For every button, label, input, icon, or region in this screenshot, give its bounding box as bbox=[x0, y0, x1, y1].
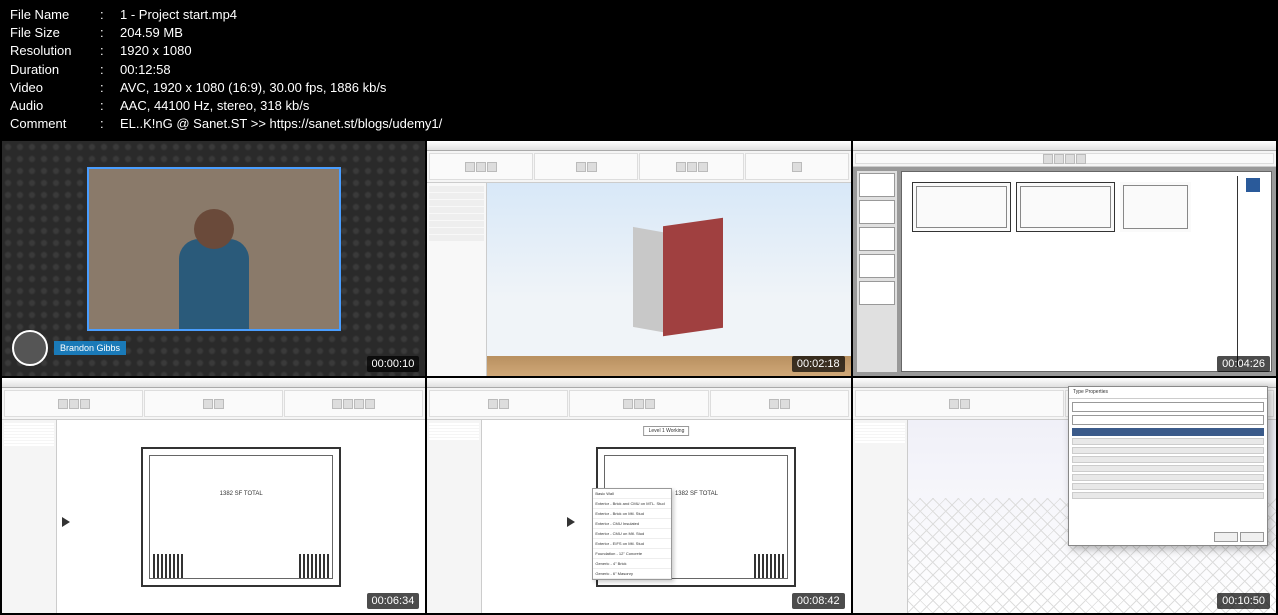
plan-view: 1382 SF TOTAL bbox=[57, 420, 425, 613]
comment-value: EL..K!nG @ Sanet.ST >> https://sanet.st/… bbox=[120, 115, 442, 133]
wall-type-option[interactable]: Foundation - 12" Concrete bbox=[593, 549, 671, 559]
plan-view: Level 1 Working 1382 SF TOTAL Basic Wall… bbox=[482, 420, 850, 613]
video-value: AVC, 1920 x 1080 (16:9), 30.00 fps, 1886… bbox=[120, 79, 386, 97]
parameter-row[interactable] bbox=[1072, 447, 1264, 454]
revit-window bbox=[427, 141, 850, 376]
properties-panel bbox=[853, 420, 908, 613]
wall-type-option[interactable]: Exterior - EIFS on Mtl. Stud bbox=[593, 539, 671, 549]
family-combo[interactable] bbox=[1072, 402, 1264, 412]
presenter-name: Brandon Gibbs bbox=[54, 341, 126, 355]
filename-value: 1 - Project start.mp4 bbox=[120, 6, 237, 24]
thumbnail-5[interactable]: Level 1 Working 1382 SF TOTAL Basic Wall… bbox=[427, 378, 850, 613]
floor-plan: 1382 SF TOTAL bbox=[141, 447, 341, 587]
type-properties-dialog[interactable]: Type Properties bbox=[1068, 386, 1268, 546]
audio-value: AAC, 44100 Hz, stereo, 318 kb/s bbox=[120, 97, 309, 115]
duration-label: Duration bbox=[10, 61, 100, 79]
parameter-row[interactable] bbox=[1072, 474, 1264, 481]
resolution-value: 1920 x 1080 bbox=[120, 42, 192, 60]
stairs-left bbox=[153, 554, 183, 579]
timestamp: 00:04:26 bbox=[1217, 356, 1270, 372]
parameter-row[interactable] bbox=[1072, 465, 1264, 472]
ok-button[interactable] bbox=[1214, 532, 1238, 542]
wall-type-option[interactable]: Exterior - CMU on Mtl. Stud bbox=[593, 529, 671, 539]
room-area-label: 1382 SF TOTAL bbox=[218, 490, 265, 498]
dialog-title: Type Properties bbox=[1069, 387, 1267, 399]
building-model bbox=[633, 222, 733, 342]
presenter-head bbox=[194, 209, 234, 249]
thumbnail-grid: Brandon Gibbs 00:00:10 bbox=[0, 139, 1278, 615]
presenter-badge: Brandon Gibbs bbox=[12, 330, 126, 366]
type-combo[interactable] bbox=[1072, 415, 1264, 425]
title-block: A101 bbox=[1237, 176, 1267, 367]
toolbar bbox=[853, 151, 1276, 167]
pdf-sheet: A101 bbox=[901, 171, 1272, 372]
floor-plan-2 bbox=[1016, 182, 1115, 232]
presenter-body bbox=[179, 239, 249, 329]
floor-plan-1 bbox=[912, 182, 1011, 232]
cancel-button[interactable] bbox=[1240, 532, 1264, 542]
wall-type-option[interactable]: Exterior - Brick and CMU on MTL. Stud bbox=[593, 499, 671, 509]
page-thumbnails bbox=[857, 171, 897, 372]
thumbnail-3[interactable]: A101 00:04:26 bbox=[853, 141, 1276, 376]
section-marker-icon bbox=[567, 517, 575, 527]
view-title: Level 1 Working bbox=[644, 426, 690, 436]
filesize-value: 204.59 MB bbox=[120, 24, 183, 42]
duration-value: 00:12:58 bbox=[120, 61, 171, 79]
stairs-right bbox=[299, 554, 329, 579]
revit-window: Level 1 Working 1382 SF TOTAL Basic Wall… bbox=[427, 378, 850, 613]
thumbnail-4[interactable]: 1382 SF TOTAL 00:06:34 bbox=[2, 378, 425, 613]
webcam-frame bbox=[87, 167, 341, 332]
acrobat-window: A101 bbox=[853, 141, 1276, 376]
logo-icon bbox=[1246, 178, 1260, 192]
timestamp: 00:08:42 bbox=[792, 593, 845, 609]
parameter-row[interactable] bbox=[1072, 456, 1264, 463]
titlebar bbox=[2, 378, 425, 388]
timestamp: 00:00:10 bbox=[367, 356, 420, 372]
project-browser bbox=[2, 420, 57, 613]
section-marker-icon bbox=[62, 517, 70, 527]
titlebar bbox=[853, 141, 1276, 151]
parameter-row[interactable] bbox=[1072, 438, 1264, 445]
timestamp: 00:02:18 bbox=[792, 356, 845, 372]
wall-type-option[interactable]: Exterior - Brick on Mtl. Stud bbox=[593, 509, 671, 519]
3d-view bbox=[487, 183, 850, 376]
room-area-label: 1382 SF TOTAL bbox=[673, 490, 720, 498]
thumbnail-1[interactable]: Brandon Gibbs 00:00:10 bbox=[2, 141, 425, 376]
wall-type-option[interactable]: Basic Wall bbox=[593, 489, 671, 499]
ribbon bbox=[2, 388, 425, 420]
filesize-label: File Size bbox=[10, 24, 100, 42]
resolution-label: Resolution bbox=[10, 42, 100, 60]
thumbnail-6[interactable]: Type Properties 00:10:50 bbox=[853, 378, 1276, 613]
wall-type-option[interactable]: Generic - 6" Masonry bbox=[593, 569, 671, 579]
parameter-row[interactable] bbox=[1072, 483, 1264, 490]
ribbon bbox=[427, 388, 850, 420]
metadata-panel: File Name:1 - Project start.mp4 File Siz… bbox=[0, 0, 1278, 139]
properties-panel bbox=[427, 183, 487, 376]
titlebar bbox=[427, 378, 850, 388]
thumbnail-2[interactable]: 00:02:18 bbox=[427, 141, 850, 376]
wall-type-option[interactable]: Exterior - CMU Insulated bbox=[593, 519, 671, 529]
wall-type-option[interactable]: Generic - 4" Brick bbox=[593, 559, 671, 569]
revit-window: Type Properties bbox=[853, 378, 1276, 613]
comment-label: Comment bbox=[10, 115, 100, 133]
parameter-row[interactable] bbox=[1072, 492, 1264, 499]
timestamp: 00:06:34 bbox=[367, 593, 420, 609]
audio-label: Audio bbox=[10, 97, 100, 115]
properties-panel bbox=[427, 420, 482, 613]
parameters-header bbox=[1072, 428, 1264, 436]
video-label: Video bbox=[10, 79, 100, 97]
revit-window: 1382 SF TOTAL bbox=[2, 378, 425, 613]
stairs-right bbox=[754, 554, 784, 579]
wall-type-selector[interactable]: Basic Wall Exterior - Brick and CMU on M… bbox=[592, 488, 672, 580]
ribbon bbox=[427, 151, 850, 183]
floor-plan-3 bbox=[1120, 182, 1191, 232]
filename-label: File Name bbox=[10, 6, 100, 24]
avatar-icon bbox=[12, 330, 48, 366]
titlebar bbox=[427, 141, 850, 151]
timestamp: 00:10:50 bbox=[1217, 593, 1270, 609]
